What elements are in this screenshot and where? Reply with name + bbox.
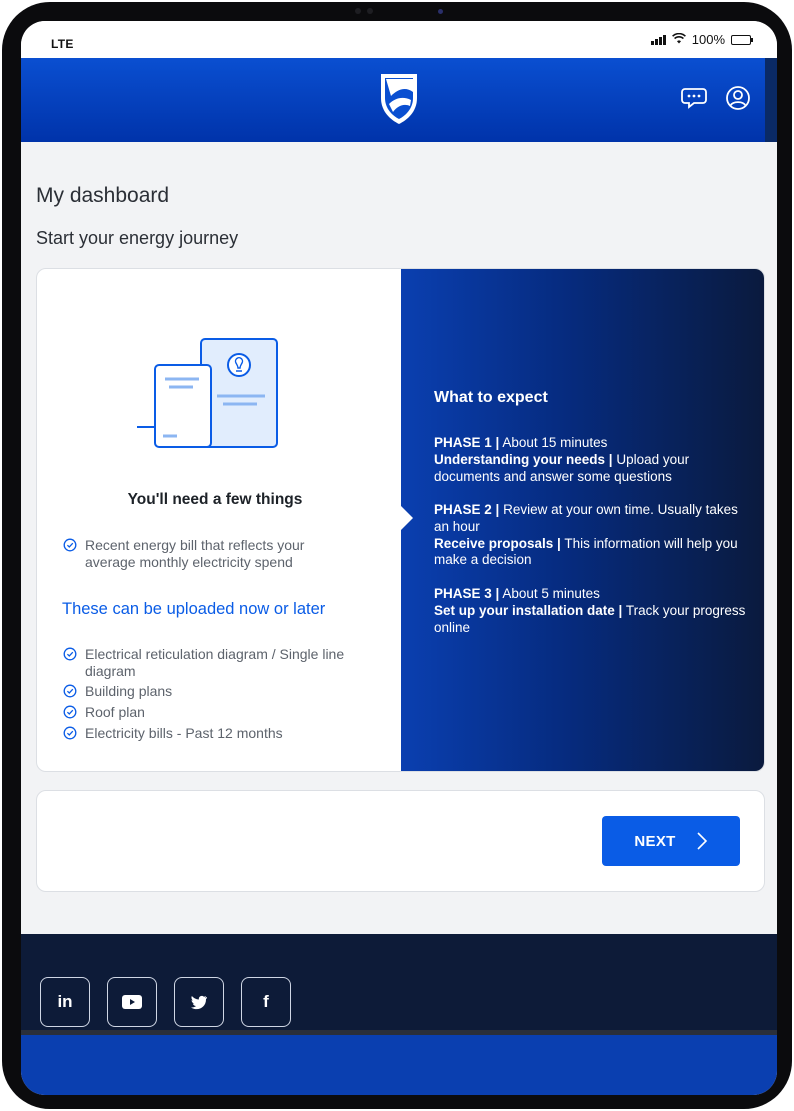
check-circle-icon <box>63 538 77 552</box>
screen: LTE 100% My dashboard Start your energy … <box>21 21 777 1095</box>
youtube-icon[interactable] <box>107 977 157 1027</box>
phase-title: Set up your installation date | <box>434 602 623 618</box>
panel-pointer <box>401 506 413 530</box>
profile-icon[interactable] <box>721 81 755 115</box>
status-indicators: 100% <box>650 32 753 47</box>
chevron-right-icon <box>697 832 707 850</box>
phase-block: PHASE 1 | About 15 minutes Understanding… <box>434 435 754 485</box>
optional-item-label: Building plans <box>85 683 173 699</box>
chat-icon[interactable] <box>677 81 711 115</box>
list-item: Recent energy bill that reflects your av… <box>63 537 353 570</box>
phase-title: Understanding your needs | <box>434 451 613 467</box>
tablet-frame: LTE 100% My dashboard Start your energy … <box>2 2 792 1109</box>
phase-title: Receive proposals | <box>434 535 561 551</box>
phase-label: PHASE 3 | <box>434 586 500 601</box>
phase-block: PHASE 3 | About 5 minutes Set up your in… <box>434 586 754 636</box>
list-item: Building plans <box>63 683 172 700</box>
wifi-icon <box>671 32 686 47</box>
camera-dot <box>367 8 373 14</box>
check-circle-icon <box>63 705 77 719</box>
check-circle-icon <box>63 647 77 661</box>
phase-duration: About 15 minutes <box>502 435 608 450</box>
page-subtitle: Start your energy journey <box>36 228 239 248</box>
list-item: Electrical reticulation diagram / Single… <box>63 646 363 679</box>
list-item: Electricity bills - Past 12 months <box>63 725 283 742</box>
signal-icon <box>650 34 666 45</box>
shield-logo-icon[interactable] <box>377 70 421 126</box>
expectations-heading: What to expect <box>434 389 548 406</box>
bottom-band <box>21 1035 777 1095</box>
battery-icon <box>731 34 753 45</box>
phase-block: PHASE 2 | Review at your own time. Usual… <box>434 502 754 569</box>
facebook-icon[interactable]: f <box>241 977 291 1027</box>
linkedin-icon[interactable]: in <box>40 977 90 1027</box>
header-edge <box>765 58 777 142</box>
optional-uploads-heading: These can be uploaded now or later <box>62 600 326 618</box>
phase-label: PHASE 2 | <box>434 502 500 517</box>
check-circle-icon <box>63 726 77 740</box>
list-item: Roof plan <box>63 704 145 721</box>
linkedin-label: in <box>57 992 73 1011</box>
required-item-label: Recent energy bill that reflects your av… <box>85 537 305 570</box>
actions-card: NEXT <box>36 790 765 892</box>
phase-duration: About 5 minutes <box>502 586 600 601</box>
twitter-icon[interactable] <box>174 977 224 1027</box>
requirements-panel: You'll need a few things Recent energy b… <box>37 269 401 771</box>
front-camera <box>438 9 443 14</box>
optional-item-label: Electrical reticulation diagram / Single… <box>85 646 345 679</box>
status-bar: LTE 100% <box>21 21 777 58</box>
expectations-panel: What to expect PHASE 1 | About 15 minute… <box>401 269 764 771</box>
footer: in f <box>21 934 777 1032</box>
phase-label: PHASE 1 | <box>434 435 500 450</box>
camera-dot <box>355 8 361 14</box>
carrier-label: LTE <box>51 37 74 51</box>
page-title: My dashboard <box>36 184 170 207</box>
app-header <box>21 58 765 142</box>
optional-item-label: Roof plan <box>85 704 145 720</box>
optional-item-label: Electricity bills - Past 12 months <box>85 725 283 741</box>
check-circle-icon <box>63 684 77 698</box>
battery-percentage: 100% <box>691 32 725 47</box>
facebook-label: f <box>263 992 269 1011</box>
requirements-heading: You'll need a few things <box>127 491 303 508</box>
next-button[interactable]: NEXT <box>602 816 740 866</box>
documents-illustration <box>135 335 281 451</box>
next-button-label: NEXT <box>634 832 676 850</box>
energy-journey-card: You'll need a few things Recent energy b… <box>36 268 765 772</box>
